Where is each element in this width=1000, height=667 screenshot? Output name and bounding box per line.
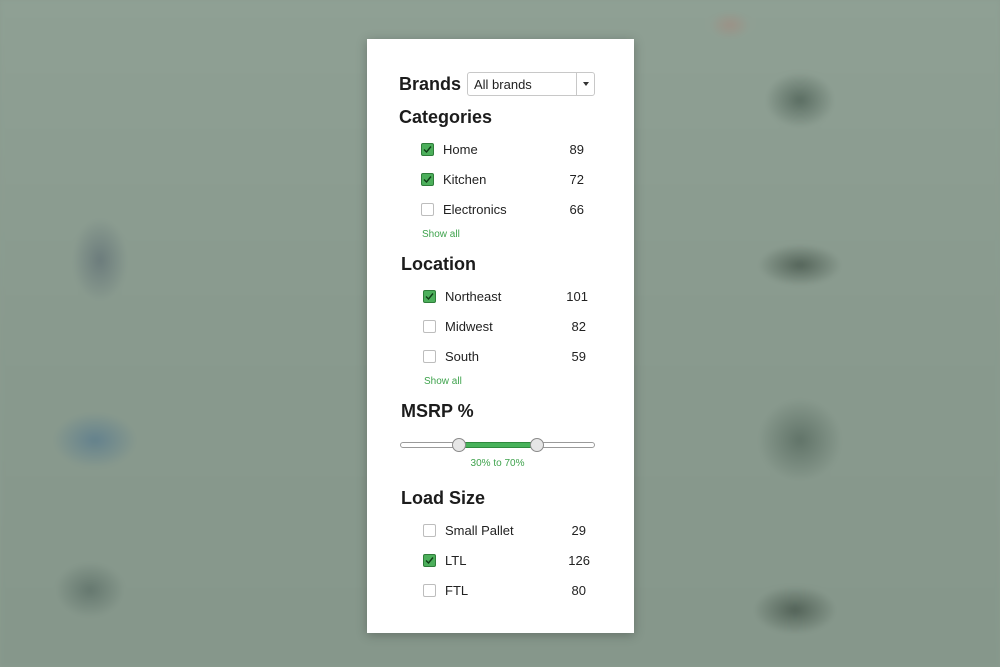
category-option-electronics[interactable]: Electronics 66 (421, 201, 584, 217)
chevron-down-icon[interactable] (576, 73, 594, 95)
brands-select[interactable]: All brands (467, 72, 595, 96)
brands-filter: Brands All brands (399, 72, 595, 96)
option-label: South (445, 348, 479, 364)
option-label: Midwest (445, 318, 493, 334)
checkbox[interactable] (423, 553, 436, 567)
slider-min-handle[interactable] (451, 438, 466, 452)
location-section: Location (401, 254, 476, 275)
load-size-option-ltl[interactable]: LTL 126 (423, 552, 590, 568)
brands-title: Brands (399, 73, 462, 94)
checkbox[interactable] (423, 523, 436, 537)
option-count: 89 (569, 141, 584, 157)
option-label: LTL (445, 552, 467, 568)
load-size-title: Load Size (401, 488, 486, 508)
option-count: 126 (568, 552, 590, 568)
location-option-northeast[interactable]: Northeast 101 (423, 288, 588, 304)
load-size-option-ftl[interactable]: FTL 80 (423, 582, 586, 598)
option-count: 29 (571, 522, 586, 538)
msrp-range-text: 30% to 70% (470, 458, 525, 469)
load-size-section: Load Size (401, 488, 485, 509)
checkbox[interactable] (423, 289, 436, 303)
slider-max-handle[interactable] (529, 438, 544, 452)
categories-title: Categories (399, 107, 493, 127)
checkbox[interactable] (423, 349, 436, 363)
location-option-south[interactable]: South 59 (423, 348, 586, 364)
location-show-all-link[interactable]: Show all (424, 376, 462, 387)
option-count: 66 (569, 201, 584, 217)
checkbox[interactable] (421, 142, 434, 156)
categories-show-all-link[interactable]: Show all (422, 229, 460, 240)
checkbox[interactable] (423, 319, 436, 333)
option-count: 82 (571, 318, 586, 334)
option-count: 72 (569, 171, 584, 187)
option-label: Home (443, 141, 478, 157)
option-count: 101 (566, 288, 588, 304)
brands-select-value: All brands (474, 76, 532, 92)
filter-panel: Brands All brands Categories Home 89 Kit… (367, 39, 634, 633)
category-option-home[interactable]: Home 89 (421, 141, 584, 157)
location-option-midwest[interactable]: Midwest 82 (423, 318, 586, 334)
slider-fill (458, 442, 537, 448)
load-size-option-small-pallet[interactable]: Small Pallet 29 (423, 522, 586, 538)
checkbox[interactable] (421, 172, 434, 186)
location-title: Location (401, 254, 476, 274)
option-label: Kitchen (443, 171, 487, 187)
option-count: 59 (571, 348, 586, 364)
msrp-section: MSRP % (401, 401, 474, 422)
checkbox[interactable] (423, 583, 436, 597)
msrp-title: MSRP % (401, 401, 474, 421)
categories-section: Categories (399, 107, 492, 128)
option-label: Electronics (443, 201, 507, 217)
msrp-range-slider[interactable] (400, 438, 595, 452)
option-label: Small Pallet (445, 522, 514, 538)
option-label: FTL (445, 582, 469, 598)
option-count: 80 (571, 582, 586, 598)
checkbox[interactable] (421, 202, 434, 216)
category-option-kitchen[interactable]: Kitchen 72 (421, 171, 584, 187)
option-label: Northeast (445, 288, 502, 304)
